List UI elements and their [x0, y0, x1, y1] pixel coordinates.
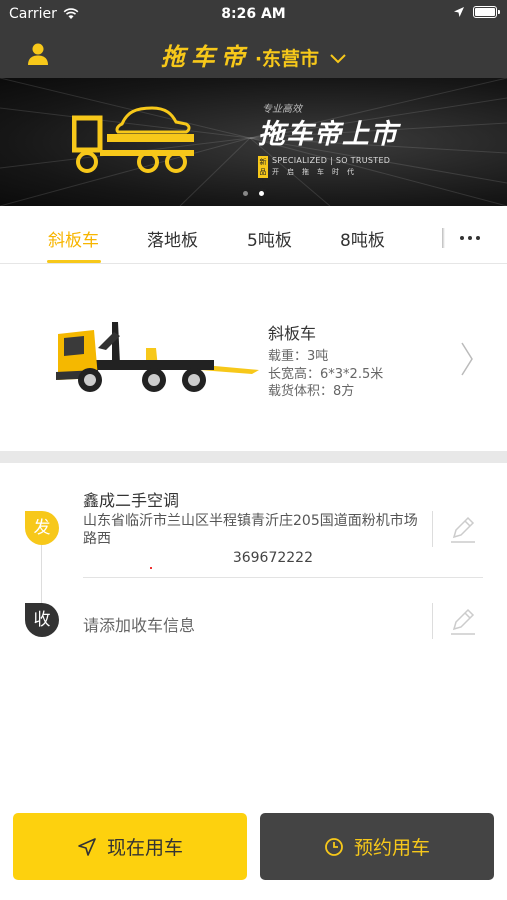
use-now-label: 现在用车: [106, 837, 183, 859]
page-dot-active[interactable]: [259, 191, 264, 196]
tab-divider: [442, 228, 445, 248]
receive-marker: 收: [25, 603, 59, 637]
tab-8-ton[interactable]: 8吨板: [340, 226, 385, 251]
more-icon[interactable]: [460, 236, 480, 240]
tab-5-ton[interactable]: 5吨板: [247, 226, 292, 251]
status-right: [453, 6, 500, 18]
sender-edit-separator: [432, 511, 433, 547]
brand-title: 拖车帝: [160, 42, 251, 71]
promo-banner[interactable]: 专业高效 拖车帝上市 新品上市 SPECIALIZED | SO TRUSTED…: [0, 78, 507, 206]
status-bar: Carrier 8:26 AM: [0, 0, 507, 30]
receiver-placeholder[interactable]: 请添加收车信息: [83, 612, 195, 636]
sender-address[interactable]: 山东省临沂市兰山区半程镇青沂庄205国道面粉机市场路西: [83, 512, 428, 548]
vehicle-load: 载重：3吨: [268, 349, 329, 364]
edit-sender-icon[interactable]: [447, 514, 477, 544]
location-arrow-icon: [454, 7, 464, 17]
banner-page-indicator[interactable]: [0, 191, 507, 196]
clock: 8:26 AM: [221, 6, 286, 22]
banner-headline: 拖车帝上市: [258, 119, 398, 150]
banner-tow-truck-logo: [72, 106, 194, 173]
receiver-edit-separator: [432, 603, 433, 639]
vehicle-name: 斜板车: [268, 324, 317, 343]
vehicle-type-tabs: 斜板车 落地板 5吨板 8吨板: [0, 206, 507, 264]
banner-badge: 新品上市: [258, 156, 268, 196]
banner-tagline: 新品上市 SPECIALIZED | SO TRUSTED 开启拖车时代: [258, 156, 391, 196]
vehicle-card[interactable]: 斜板车 载重：3吨 长宽高：6*3*2.5米 载货体积：8方: [0, 265, 507, 451]
banner-tagline-cn: 开启拖车时代: [272, 168, 362, 176]
chevron-down-icon: [330, 53, 346, 63]
city-selector[interactable]: 拖车帝 ·东营市: [0, 37, 507, 72]
edit-receiver-icon[interactable]: [447, 606, 477, 636]
sender-name[interactable]: 鑫成二手空调: [83, 487, 179, 511]
book-ahead-label: 预约用车: [353, 837, 430, 859]
banner-tagline-en: SPECIALIZED | SO TRUSTED: [272, 156, 391, 165]
page-dot[interactable]: [243, 191, 248, 196]
nav-bar: 拖车帝 ·东营市: [0, 30, 507, 78]
battery-icon: [473, 6, 500, 18]
vehicle-volume: 载货体积：8方: [268, 384, 355, 399]
address-separator: [83, 577, 483, 578]
flatbed-truck-image: [56, 322, 259, 392]
city-label: ·东营市: [254, 48, 320, 70]
section-divider: [0, 451, 507, 463]
tab-xiebanche[interactable]: 斜板车: [48, 226, 99, 251]
send-marker: 发: [25, 511, 59, 545]
redaction-mark: [150, 567, 152, 569]
active-tab-indicator: [47, 260, 101, 263]
send-arrow-icon: [78, 837, 96, 856]
address-section: 发 鑫成二手空调 山东省临沂市兰山区半程镇青沂庄205国道面粉机市场路西 369…: [0, 463, 507, 663]
book-ahead-button[interactable]: 预约用车: [260, 813, 494, 880]
chevron-right-icon[interactable]: [460, 341, 474, 377]
use-now-button[interactable]: 现在用车: [13, 813, 247, 880]
clock-icon: [325, 837, 343, 856]
sender-phone[interactable]: 369672222: [83, 550, 313, 566]
tab-luodiban[interactable]: 落地板: [147, 226, 198, 251]
